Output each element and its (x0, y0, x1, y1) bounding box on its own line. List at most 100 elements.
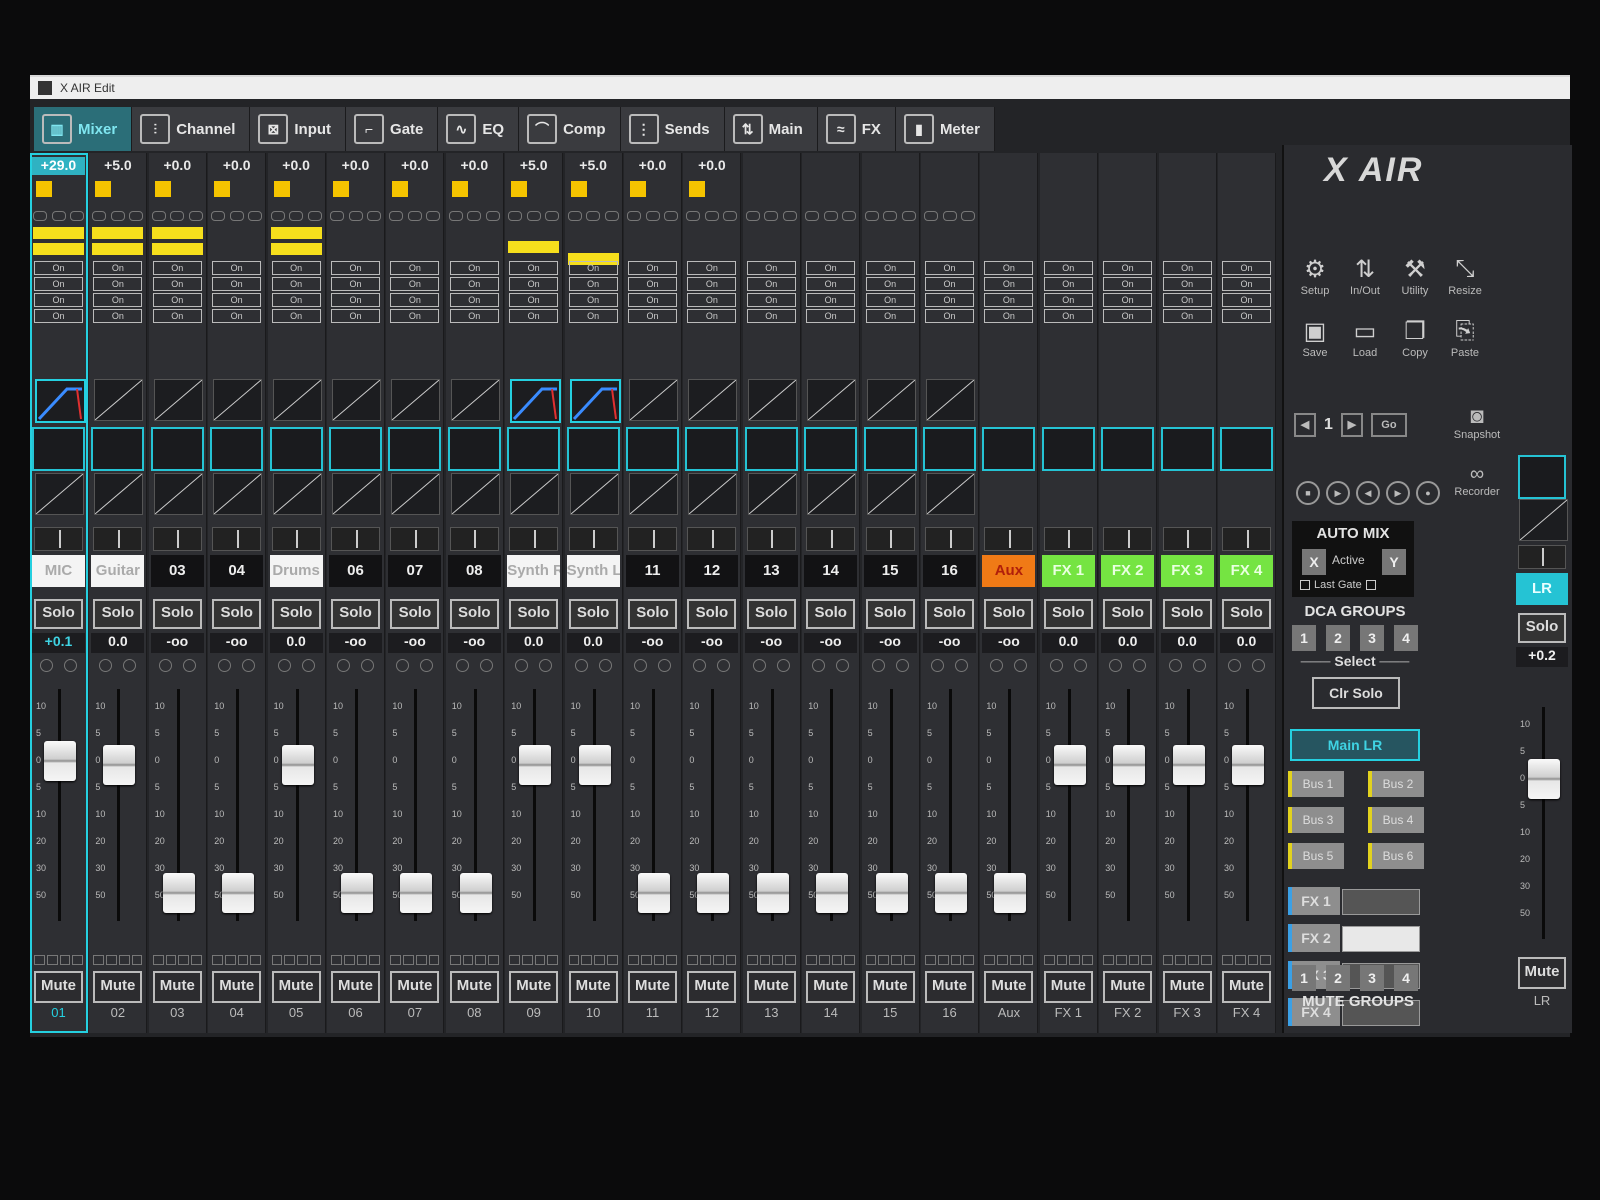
eq-display[interactable] (91, 427, 145, 471)
phase-icon[interactable] (129, 211, 144, 221)
eq-display[interactable] (566, 427, 620, 471)
send-on-button[interactable]: On (925, 293, 974, 307)
channel-name[interactable]: Guitar (91, 555, 145, 587)
phase-icon[interactable] (151, 211, 166, 221)
mute-button[interactable]: Mute (1222, 971, 1271, 1003)
send-on-button[interactable]: On (93, 261, 143, 275)
channel-name[interactable]: 11 (626, 555, 679, 587)
channel-name[interactable]: 13 (744, 555, 798, 587)
send-on-button[interactable]: On (509, 293, 559, 307)
mute-button[interactable]: Mute (687, 971, 737, 1003)
lr-solo-button[interactable]: Solo (1518, 613, 1566, 643)
channel-name[interactable]: Synth Left (566, 555, 620, 587)
tab-meter[interactable]: ▮ Meter (895, 107, 995, 151)
gate-display[interactable] (569, 379, 621, 423)
solo-button[interactable]: Solo (34, 599, 83, 629)
compressor-display[interactable] (153, 473, 203, 515)
send-on-button[interactable]: On (628, 309, 677, 323)
tab-main[interactable]: ⇅ Main (724, 107, 818, 151)
solo-button[interactable]: Solo (271, 599, 321, 629)
channel-fader[interactable]: 10 5 0 5 10 20 30 50 (151, 689, 204, 939)
solo-button[interactable]: Solo (390, 599, 440, 629)
compressor-display[interactable] (272, 473, 322, 515)
compressor-display[interactable] (35, 473, 84, 515)
phase-icon[interactable] (110, 211, 125, 221)
send-on-button[interactable]: On (212, 277, 262, 291)
rewind-icon[interactable]: ◀ (1356, 481, 1380, 505)
bus-4-button[interactable]: Bus 4 (1368, 807, 1424, 833)
phase-icon[interactable] (586, 211, 601, 221)
fader-knob[interactable] (222, 873, 255, 913)
phase-icon[interactable] (961, 211, 975, 221)
send-on-button[interactable]: On (687, 309, 737, 323)
channel-fader[interactable]: 10 5 0 5 10 20 30 50 (1101, 689, 1154, 939)
send-on-button[interactable]: On (509, 309, 559, 323)
solo-button[interactable]: Solo (925, 599, 974, 629)
fader-knob[interactable] (1232, 745, 1264, 785)
phase-icon[interactable] (330, 211, 344, 221)
lr-fader[interactable]: 10 5 0 5 10 20 30 50 (1516, 707, 1568, 957)
phase-icon[interactable] (229, 211, 244, 221)
phase-icon[interactable] (567, 211, 582, 221)
channel-fader[interactable]: 10 5 0 5 10 20 30 50 (567, 689, 620, 939)
phase-icon[interactable] (270, 211, 285, 221)
fader-knob[interactable] (756, 873, 789, 913)
phase-icon[interactable] (170, 211, 185, 221)
phase-icon[interactable] (604, 211, 619, 221)
gate-display[interactable] (747, 379, 797, 421)
lr-eq-display[interactable] (1518, 455, 1566, 499)
send-on-button[interactable]: On (390, 293, 440, 307)
fader-knob[interactable] (341, 873, 373, 913)
mute-button[interactable]: Mute (509, 971, 559, 1003)
channel-fader[interactable]: 10 5 0 5 10 20 30 50 (329, 689, 382, 939)
gate-display[interactable] (94, 379, 144, 421)
mute-group-1-button[interactable]: 1 (1292, 965, 1316, 991)
compressor-display[interactable] (332, 473, 381, 515)
send-on-button[interactable]: On (212, 293, 262, 307)
mute-button[interactable]: Mute (152, 971, 202, 1003)
channel-fader[interactable]: 10 5 0 5 10 20 30 50 (1161, 689, 1214, 939)
fader-knob[interactable] (638, 873, 670, 913)
phase-icon[interactable] (92, 211, 107, 221)
send-on-button[interactable]: On (984, 293, 1034, 307)
send-on-button[interactable]: On (568, 293, 618, 307)
send-on-button[interactable]: On (34, 309, 83, 323)
lr-dynamics-display[interactable] (1519, 499, 1568, 541)
send-on-button[interactable]: On (152, 261, 202, 275)
fader-knob[interactable] (459, 873, 492, 913)
phase-icon[interactable] (508, 211, 523, 221)
send-on-button[interactable]: On (865, 309, 915, 323)
solo-button[interactable]: Solo (984, 599, 1034, 629)
send-on-button[interactable]: On (449, 261, 499, 275)
channel-name[interactable]: Synth Right (507, 555, 561, 587)
solo-button[interactable]: Solo (1222, 599, 1271, 629)
send-on-button[interactable]: On (628, 277, 677, 291)
solo-button[interactable]: Solo (152, 599, 202, 629)
send-on-button[interactable]: On (628, 261, 677, 275)
mute-button[interactable]: Mute (34, 971, 83, 1003)
eq-display[interactable] (626, 427, 679, 471)
phase-icon[interactable] (307, 211, 322, 221)
bus-6-button[interactable]: Bus 6 (1368, 843, 1424, 869)
pan-control[interactable] (687, 527, 737, 551)
channel-name[interactable]: 03 (150, 555, 204, 587)
solo-button[interactable]: Solo (628, 599, 677, 629)
channel-name[interactable]: 15 (863, 555, 917, 587)
send-on-button[interactable]: On (1162, 277, 1212, 291)
pan-control[interactable] (509, 527, 559, 551)
send-on-button[interactable]: On (331, 293, 380, 307)
phase-icon[interactable] (883, 211, 898, 221)
fader-knob[interactable] (1053, 745, 1086, 785)
channel-fader[interactable]: 10 5 0 5 10 20 30 50 (1220, 689, 1273, 939)
lr-mute-button[interactable]: Mute (1518, 957, 1566, 989)
compressor-display[interactable] (807, 473, 857, 515)
channel-name[interactable]: 12 (685, 555, 739, 587)
send-on-button[interactable]: On (1043, 309, 1093, 323)
phase-icon[interactable] (764, 211, 779, 221)
gate-display[interactable] (450, 379, 500, 421)
pan-control[interactable] (568, 527, 618, 551)
channel-name[interactable]: Aux (982, 555, 1036, 587)
phase-icon[interactable] (627, 211, 641, 221)
channel-name[interactable]: FX 1 (1041, 555, 1095, 587)
send-on-button[interactable]: On (1103, 277, 1153, 291)
